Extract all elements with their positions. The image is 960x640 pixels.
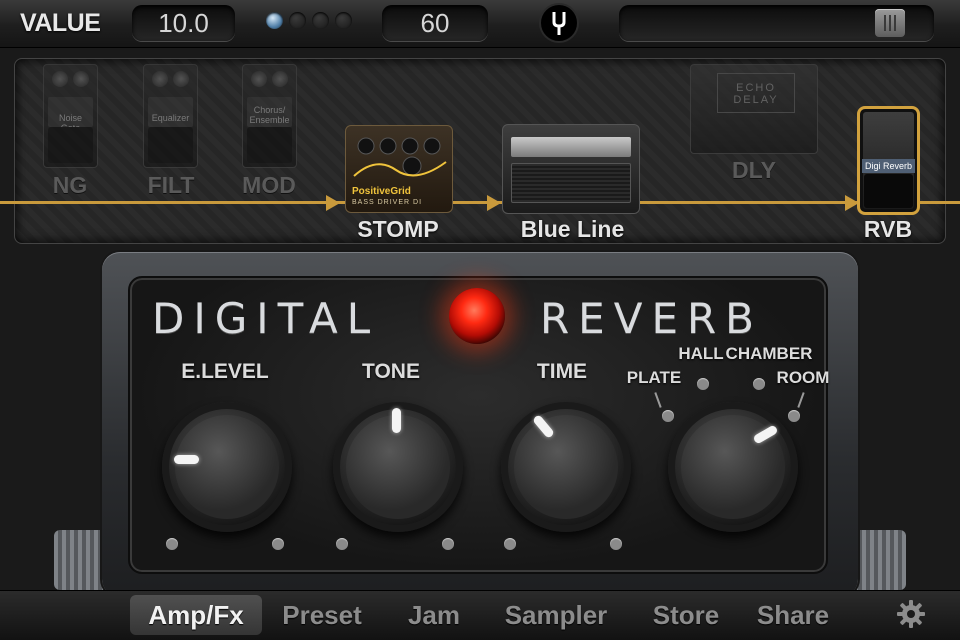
- knob-pointer: [392, 408, 401, 433]
- module-label-dly[interactable]: DLY: [715, 157, 793, 184]
- mod-pedal[interactable]: Chorus/ Ensemble: [242, 64, 297, 168]
- slider-thumb[interactable]: [875, 9, 905, 37]
- mode-option-plate[interactable]: PLATE: [622, 368, 686, 388]
- stomp-subtext: BASS DRIVER DI: [352, 199, 423, 206]
- filt-pedal[interactable]: Equalizer: [143, 64, 198, 168]
- module-label-rvb[interactable]: RVB: [852, 216, 924, 243]
- min-marker: [504, 538, 516, 550]
- max-marker: [442, 538, 454, 550]
- max-marker: [272, 538, 284, 550]
- elevel-knob[interactable]: [162, 402, 292, 532]
- amp-model[interactable]: [502, 124, 640, 214]
- tempo-dot: [335, 12, 352, 29]
- nav-sampler[interactable]: Sampler: [492, 595, 620, 635]
- master-volume-slider[interactable]: [619, 5, 934, 41]
- gear-icon[interactable]: [895, 598, 927, 630]
- module-label-stomp[interactable]: STOMP: [343, 216, 453, 243]
- pedal-title-right: REVERB: [540, 294, 763, 343]
- mode-option-hall[interactable]: HALL: [674, 344, 728, 364]
- delay-unit-text: ECHO DELAY: [717, 73, 795, 113]
- max-marker: [610, 538, 622, 550]
- tempo-dot: [289, 12, 306, 29]
- nav-share[interactable]: Share: [748, 595, 838, 635]
- tuner-button[interactable]: [539, 3, 579, 43]
- mode-option-chamber[interactable]: CHAMBER: [724, 344, 814, 364]
- time-knob[interactable]: [501, 402, 631, 532]
- nav-jam[interactable]: Jam: [398, 595, 470, 635]
- reverb-pedal-selected[interactable]: Digi Reverb: [857, 106, 920, 215]
- signal-line: [0, 201, 960, 204]
- mode-tick-dot: [697, 378, 709, 390]
- knob-label-time: TIME: [536, 360, 588, 383]
- status-led-icon: [449, 288, 505, 344]
- nav-preset[interactable]: Preset: [270, 595, 374, 635]
- chain-arrow-icon: [487, 195, 501, 211]
- tempo-dot: [312, 12, 329, 29]
- module-label-filt[interactable]: FILT: [136, 172, 206, 199]
- knob-label-tone: TONE: [362, 360, 420, 383]
- tempo-indicator: [266, 12, 352, 29]
- mode-tick-dot: [662, 410, 674, 422]
- mod-pedal-text: Chorus/ Ensemble: [247, 97, 292, 127]
- chain-arrow-icon: [326, 195, 340, 211]
- knob-pointer: [174, 455, 199, 464]
- top-bar: VALUE 10.0 60: [0, 0, 960, 48]
- nav-store[interactable]: Store: [642, 595, 730, 635]
- mode-option-room[interactable]: ROOM: [773, 368, 833, 388]
- knob-label-elevel: E.LEVEL: [181, 360, 269, 383]
- min-marker: [336, 538, 348, 550]
- module-label-mod[interactable]: MOD: [233, 172, 305, 199]
- stomp-knobs: [353, 137, 447, 177]
- stomp-pedal[interactable]: PositiveGrid BASS DRIVER DI: [345, 125, 453, 213]
- delay-unit[interactable]: ECHO DELAY: [690, 64, 818, 154]
- module-label-ng[interactable]: NG: [40, 172, 100, 199]
- reverb-pedal-text: Digi Reverb: [862, 159, 915, 173]
- pedal-title-left: DIGITAL: [152, 294, 380, 343]
- filt-pedal-text: Equalizer: [148, 97, 193, 127]
- min-marker: [166, 538, 178, 550]
- stomp-brand-text: PositiveGrid: [352, 186, 411, 197]
- value-label: VALUE: [20, 9, 101, 37]
- mode-tick-dot: [753, 378, 765, 390]
- ng-pedal-text: Noise Gate: [48, 97, 93, 133]
- bottom-nav: Amp/Fx Preset Jam Sampler Store Share: [0, 590, 960, 640]
- tuning-fork-icon: [552, 12, 566, 35]
- value-display[interactable]: 10.0: [132, 5, 235, 41]
- nav-amp-fx[interactable]: Amp/Fx: [130, 595, 262, 635]
- bpm-display[interactable]: 60: [382, 5, 488, 41]
- mode-tick-dot: [788, 410, 800, 422]
- module-label-amp[interactable]: Blue Line: [500, 216, 645, 243]
- mode-selector-knob[interactable]: [668, 402, 798, 532]
- ng-pedal[interactable]: Noise Gate: [43, 64, 98, 168]
- tempo-dot: [266, 12, 283, 29]
